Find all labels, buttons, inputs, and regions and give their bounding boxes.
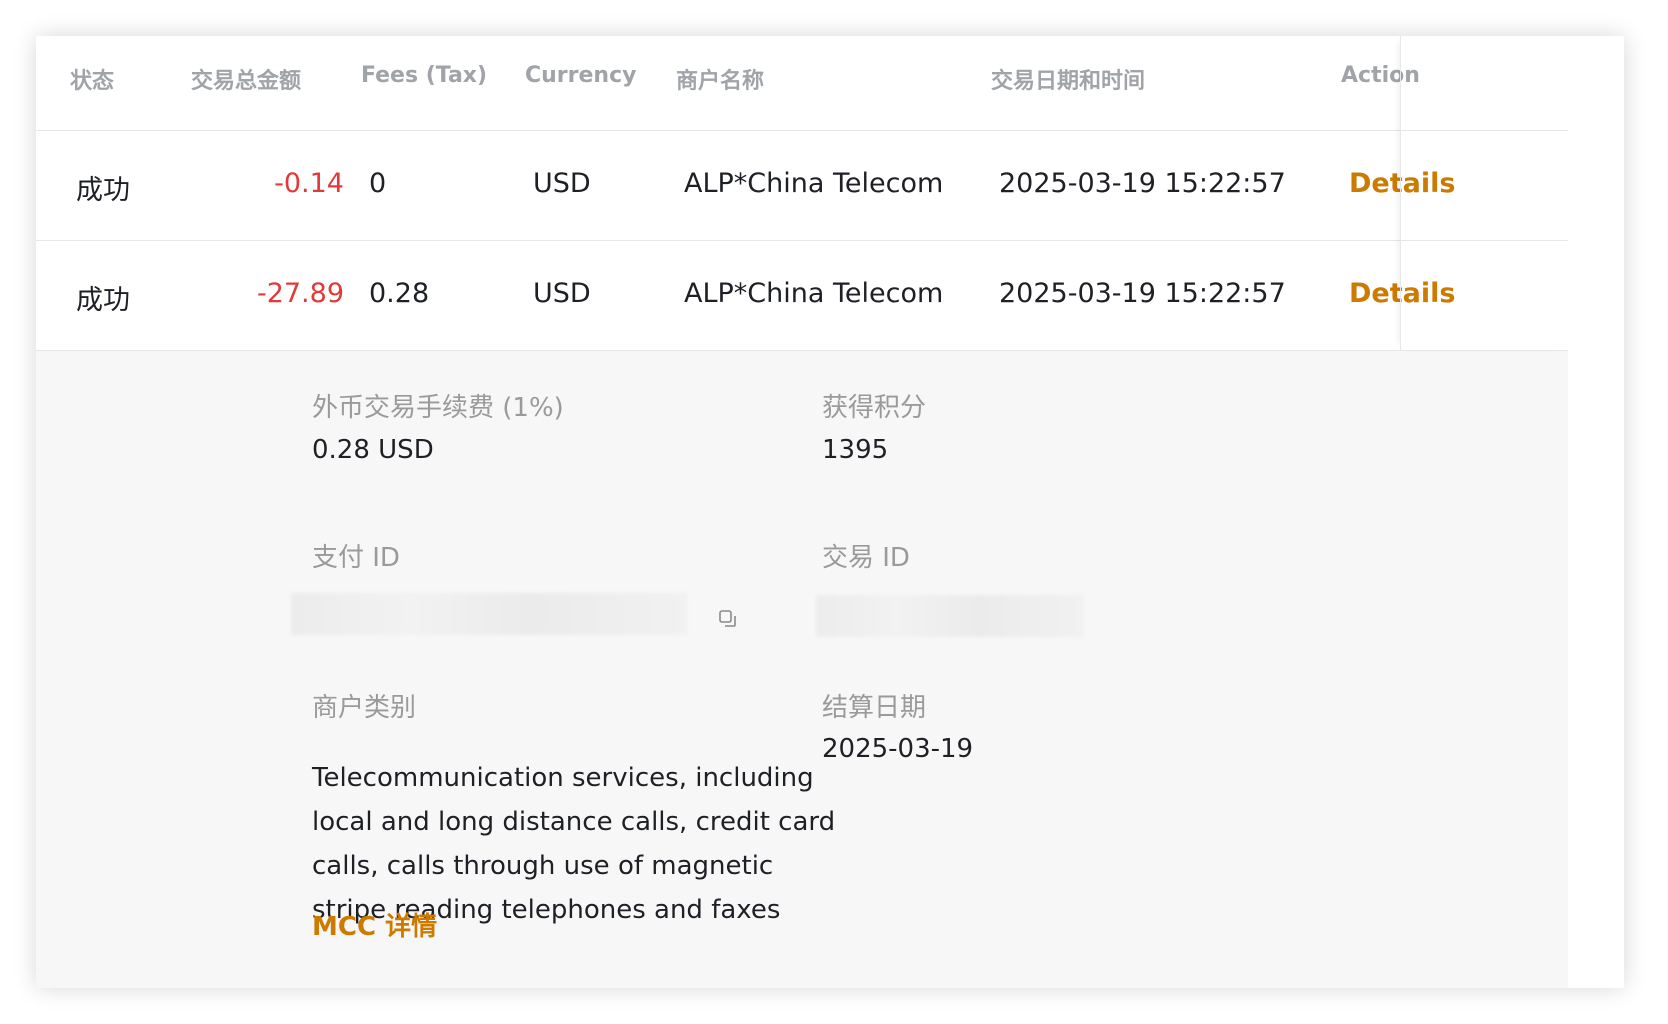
row-status: 成功 xyxy=(76,285,130,316)
row-merchant: ALP*China Telecom xyxy=(684,278,944,309)
payment-id-label: 支付 ID xyxy=(312,543,400,573)
action-column-divider xyxy=(1400,36,1568,350)
table-row: 成功 -27.89 0.28 USD ALP*China Telecom 202… xyxy=(36,241,1568,351)
points-value: 1395 xyxy=(822,435,889,465)
payment-id-redacted xyxy=(291,593,687,635)
row-datetime: 2025-03-19 15:22:57 xyxy=(999,278,1286,309)
merchant-category-label: 商户类别 xyxy=(312,693,417,723)
header-merchant: 商户名称 xyxy=(676,69,765,94)
header-fees: Fees (Tax) xyxy=(361,63,488,88)
fx-fee-label: 外币交易手续费 (1%) xyxy=(312,393,564,423)
fx-fee-value: 0.28 USD xyxy=(312,435,434,465)
row-currency: USD xyxy=(533,278,591,309)
header-status: 状态 xyxy=(70,69,115,94)
settlement-date-label: 结算日期 xyxy=(822,693,927,723)
mcc-details-link[interactable]: MCC 详情 xyxy=(312,906,437,943)
settlement-date-value: 2025-03-19 xyxy=(822,734,974,764)
row-status: 成功 xyxy=(76,175,130,206)
header-total-amount: 交易总金额 xyxy=(191,69,302,94)
table-row: 成功 -0.14 0 USD ALP*China Telecom 2025-03… xyxy=(36,131,1568,241)
row-datetime: 2025-03-19 15:22:57 xyxy=(999,168,1286,199)
transaction-id-label: 交易 ID xyxy=(822,543,910,573)
row-total-amount: -27.89 xyxy=(256,278,344,309)
row-merchant: ALP*China Telecom xyxy=(684,168,944,199)
transactions-panel: 状态 交易总金额 Fees (Tax) Currency 商户名称 交易日期和时… xyxy=(36,36,1568,988)
copy-icon[interactable] xyxy=(718,609,738,629)
row-total-amount: -0.14 xyxy=(274,168,344,199)
points-label: 获得积分 xyxy=(822,393,927,423)
header-currency: Currency xyxy=(525,63,637,88)
row-currency: USD xyxy=(533,168,591,199)
transaction-details-panel: 外币交易手续费 (1%) 0.28 USD 获得积分 1395 支付 ID 交易… xyxy=(36,351,1568,988)
row-fees: 0 xyxy=(369,168,387,199)
table-header: 状态 交易总金额 Fees (Tax) Currency 商户名称 交易日期和时… xyxy=(36,36,1568,131)
header-datetime: 交易日期和时间 xyxy=(991,69,1146,94)
row-fees: 0.28 xyxy=(369,278,430,309)
transaction-id-redacted xyxy=(816,595,1084,637)
